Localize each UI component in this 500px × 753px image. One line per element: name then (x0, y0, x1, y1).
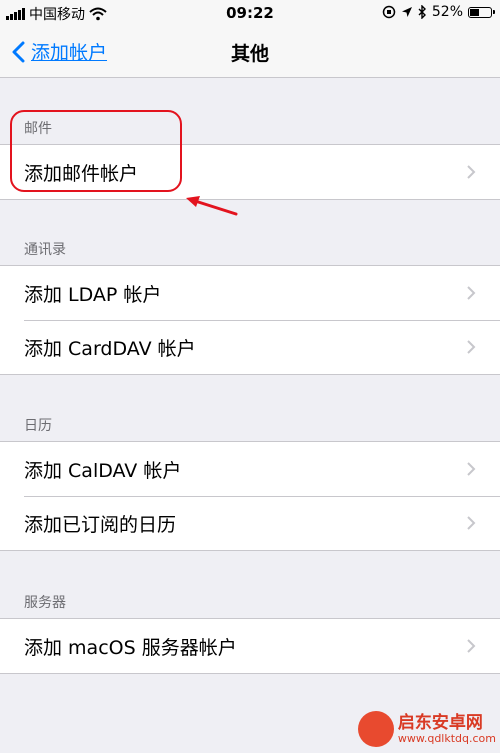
chevron-right-icon (467, 516, 476, 530)
list-item-label: 添加已订阅的日历 (24, 513, 177, 536)
list-item-label: 添加邮件帐户 (24, 162, 139, 185)
group-mail: 添加邮件帐户 (0, 144, 500, 200)
add-carddav-account-item[interactable]: 添加 CardDAV 帐户 (0, 320, 500, 374)
section-header-contacts: 通讯录 (24, 242, 66, 258)
chevron-right-icon (467, 639, 476, 653)
group-contacts: 添加 LDAP 帐户 添加 CardDAV 帐户 (0, 265, 500, 375)
watermark-url: www.qdlktdq.com (397, 731, 496, 745)
list-item-label: 添加 LDAP 帐户 (24, 283, 162, 306)
status-bar: 中国移动 09:22 52% (0, 0, 500, 26)
add-mail-account-item[interactable]: 添加邮件帐户 (0, 145, 500, 199)
chevron-right-icon (467, 165, 476, 179)
list-item-label: 添加 CardDAV 帐户 (24, 337, 196, 360)
chevron-right-icon (467, 462, 476, 476)
battery-percent: 52% (431, 4, 463, 20)
section-header-server: 服务器 (24, 595, 66, 611)
navigation-bar: 添加帐户 其他 (0, 26, 500, 78)
group-server: 添加 macOS 服务器帐户 (0, 618, 500, 674)
chevron-right-icon (467, 286, 476, 300)
location-icon (401, 7, 412, 17)
orientation-lock-icon (382, 5, 396, 19)
watermark-logo-icon (357, 711, 394, 747)
add-subscribed-calendar-item[interactable]: 添加已订阅的日历 (0, 496, 500, 550)
section-header-mail: 邮件 (24, 121, 52, 137)
section-header-calendar: 日历 (24, 418, 52, 434)
watermark: 启东安卓网 www.qdlktdq.com (357, 711, 496, 747)
chevron-right-icon (467, 340, 476, 354)
battery-icon (468, 6, 495, 18)
add-caldav-account-item[interactable]: 添加 CalDAV 帐户 (0, 442, 500, 496)
list-item-label: 添加 CalDAV 帐户 (24, 459, 182, 482)
page-title: 其他 (230, 43, 269, 65)
add-macos-server-account-item[interactable]: 添加 macOS 服务器帐户 (0, 619, 500, 673)
bluetooth-icon (418, 5, 426, 19)
group-calendar: 添加 CalDAV 帐户 添加已订阅的日历 (0, 441, 500, 551)
add-ldap-account-item[interactable]: 添加 LDAP 帐户 (0, 266, 500, 320)
list-item-label: 添加 macOS 服务器帐户 (24, 636, 237, 659)
watermark-name: 启东安卓网 (397, 712, 483, 733)
